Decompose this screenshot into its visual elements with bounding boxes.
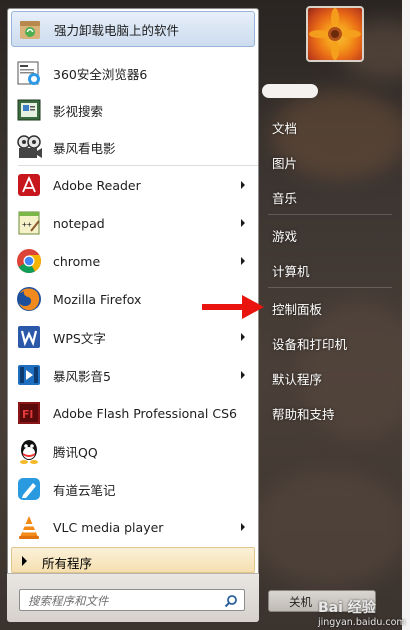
control-panel-link[interactable]: 控制面板	[272, 299, 322, 318]
start-menu: 强力卸载电脑上的软件 360安全浏览器6 影视搜索 暴风看电影 Adobe Re…	[0, 0, 410, 630]
user-name	[262, 84, 318, 98]
program-label: Adobe Flash Professional CS6	[53, 405, 237, 421]
divider	[18, 165, 258, 166]
qq-icon	[13, 435, 45, 467]
chrome-icon	[13, 245, 45, 277]
pinned-item-label: 影视搜索	[53, 103, 104, 119]
music-link[interactable]: 音乐	[272, 188, 297, 207]
program-label: WPS文字	[53, 330, 106, 346]
program-item[interactable]: VLC media player	[11, 509, 255, 545]
pinned-item[interactable]: 强力卸载电脑上的软件	[11, 11, 255, 47]
program-item[interactable]: ++ notepad	[11, 205, 255, 241]
pictures-link[interactable]: 图片	[272, 153, 297, 172]
svg-text:Fl: Fl	[22, 408, 33, 421]
watermark: Bai 经验 jingyan.baidu.com	[318, 597, 406, 628]
360-browser-icon	[13, 57, 45, 89]
adobe-reader-icon	[13, 169, 45, 201]
watermark-site: jingyan.baidu.com	[318, 617, 406, 628]
program-label: Adobe Reader	[53, 177, 141, 193]
submenu-arrow-icon	[241, 219, 245, 227]
program-label: 暴风影音5	[53, 368, 111, 384]
program-item[interactable]: 暴风影音5	[11, 357, 255, 393]
firefox-icon	[13, 283, 45, 315]
pinned-item[interactable]: 暴风看电影	[11, 129, 255, 165]
submenu-arrow-icon	[241, 371, 245, 379]
pinned-item-label: 暴风看电影	[53, 140, 116, 156]
help-support-link[interactable]: 帮助和支持	[272, 404, 335, 423]
user-avatar[interactable]	[306, 6, 364, 62]
pinned-item-label: 360安全浏览器6	[53, 66, 148, 82]
search-bar-area: 搜索程序和文件	[7, 573, 259, 622]
program-label: chrome	[53, 253, 101, 269]
adobe-flash-icon: Fl	[13, 397, 45, 429]
red-arrow-icon	[202, 295, 264, 319]
program-item[interactable]: Adobe Reader	[11, 167, 255, 203]
submenu-arrow-icon	[241, 333, 245, 341]
games-link[interactable]: 游戏	[272, 226, 297, 245]
expand-arrow-icon	[22, 556, 27, 566]
pinned-item[interactable]: 影视搜索	[11, 92, 255, 128]
program-item[interactable]: chrome	[11, 243, 255, 279]
vlc-icon	[13, 511, 45, 543]
documents-link[interactable]: 文档	[272, 118, 297, 137]
program-item[interactable]: Fl Adobe Flash Professional CS6	[11, 395, 255, 431]
pinned-item-label: 强力卸载电脑上的软件	[54, 22, 180, 38]
all-programs-label: 所有程序	[42, 556, 93, 571]
svg-text:++: ++	[22, 220, 32, 229]
storm-movie-icon	[13, 131, 45, 163]
program-label: Mozilla Firefox	[53, 291, 142, 307]
search-input[interactable]: 搜索程序和文件	[19, 589, 245, 611]
submenu-arrow-icon	[241, 523, 245, 531]
submenu-arrow-icon	[241, 257, 245, 265]
uninstaller-icon	[14, 13, 46, 45]
divider	[268, 214, 392, 215]
storm-player-icon	[13, 359, 45, 391]
pinned-item[interactable]: 360安全浏览器6	[11, 55, 255, 91]
program-label: 腾讯QQ	[53, 444, 98, 460]
submenu-arrow-icon	[241, 181, 245, 189]
all-programs-button[interactable]: 所有程序	[11, 547, 255, 573]
default-programs-link[interactable]: 默认程序	[272, 369, 322, 388]
notepad-icon: ++	[13, 207, 45, 239]
search-placeholder: 搜索程序和文件	[28, 594, 109, 608]
search-icon[interactable]	[224, 593, 238, 612]
flower-picture-icon	[309, 8, 361, 60]
divider	[268, 287, 392, 288]
program-item[interactable]: WPS文字	[11, 319, 255, 355]
wps-writer-icon	[13, 321, 45, 353]
desktop-edge	[402, 0, 410, 630]
backdrop-blur	[250, 470, 410, 590]
youdao-note-icon	[13, 473, 45, 505]
computer-link[interactable]: 计算机	[272, 261, 310, 280]
program-label: notepad	[53, 215, 105, 231]
program-item[interactable]: 有道云笔记	[11, 471, 255, 507]
program-item[interactable]: 腾讯QQ	[11, 433, 255, 469]
devices-printers-link[interactable]: 设备和打印机	[272, 334, 347, 353]
video-search-icon	[13, 94, 45, 126]
program-label: VLC media player	[53, 519, 164, 535]
program-label: 有道云笔记	[53, 482, 116, 498]
watermark-brand: Bai 经验	[318, 600, 376, 616]
shutdown-label: 关机	[289, 595, 312, 609]
